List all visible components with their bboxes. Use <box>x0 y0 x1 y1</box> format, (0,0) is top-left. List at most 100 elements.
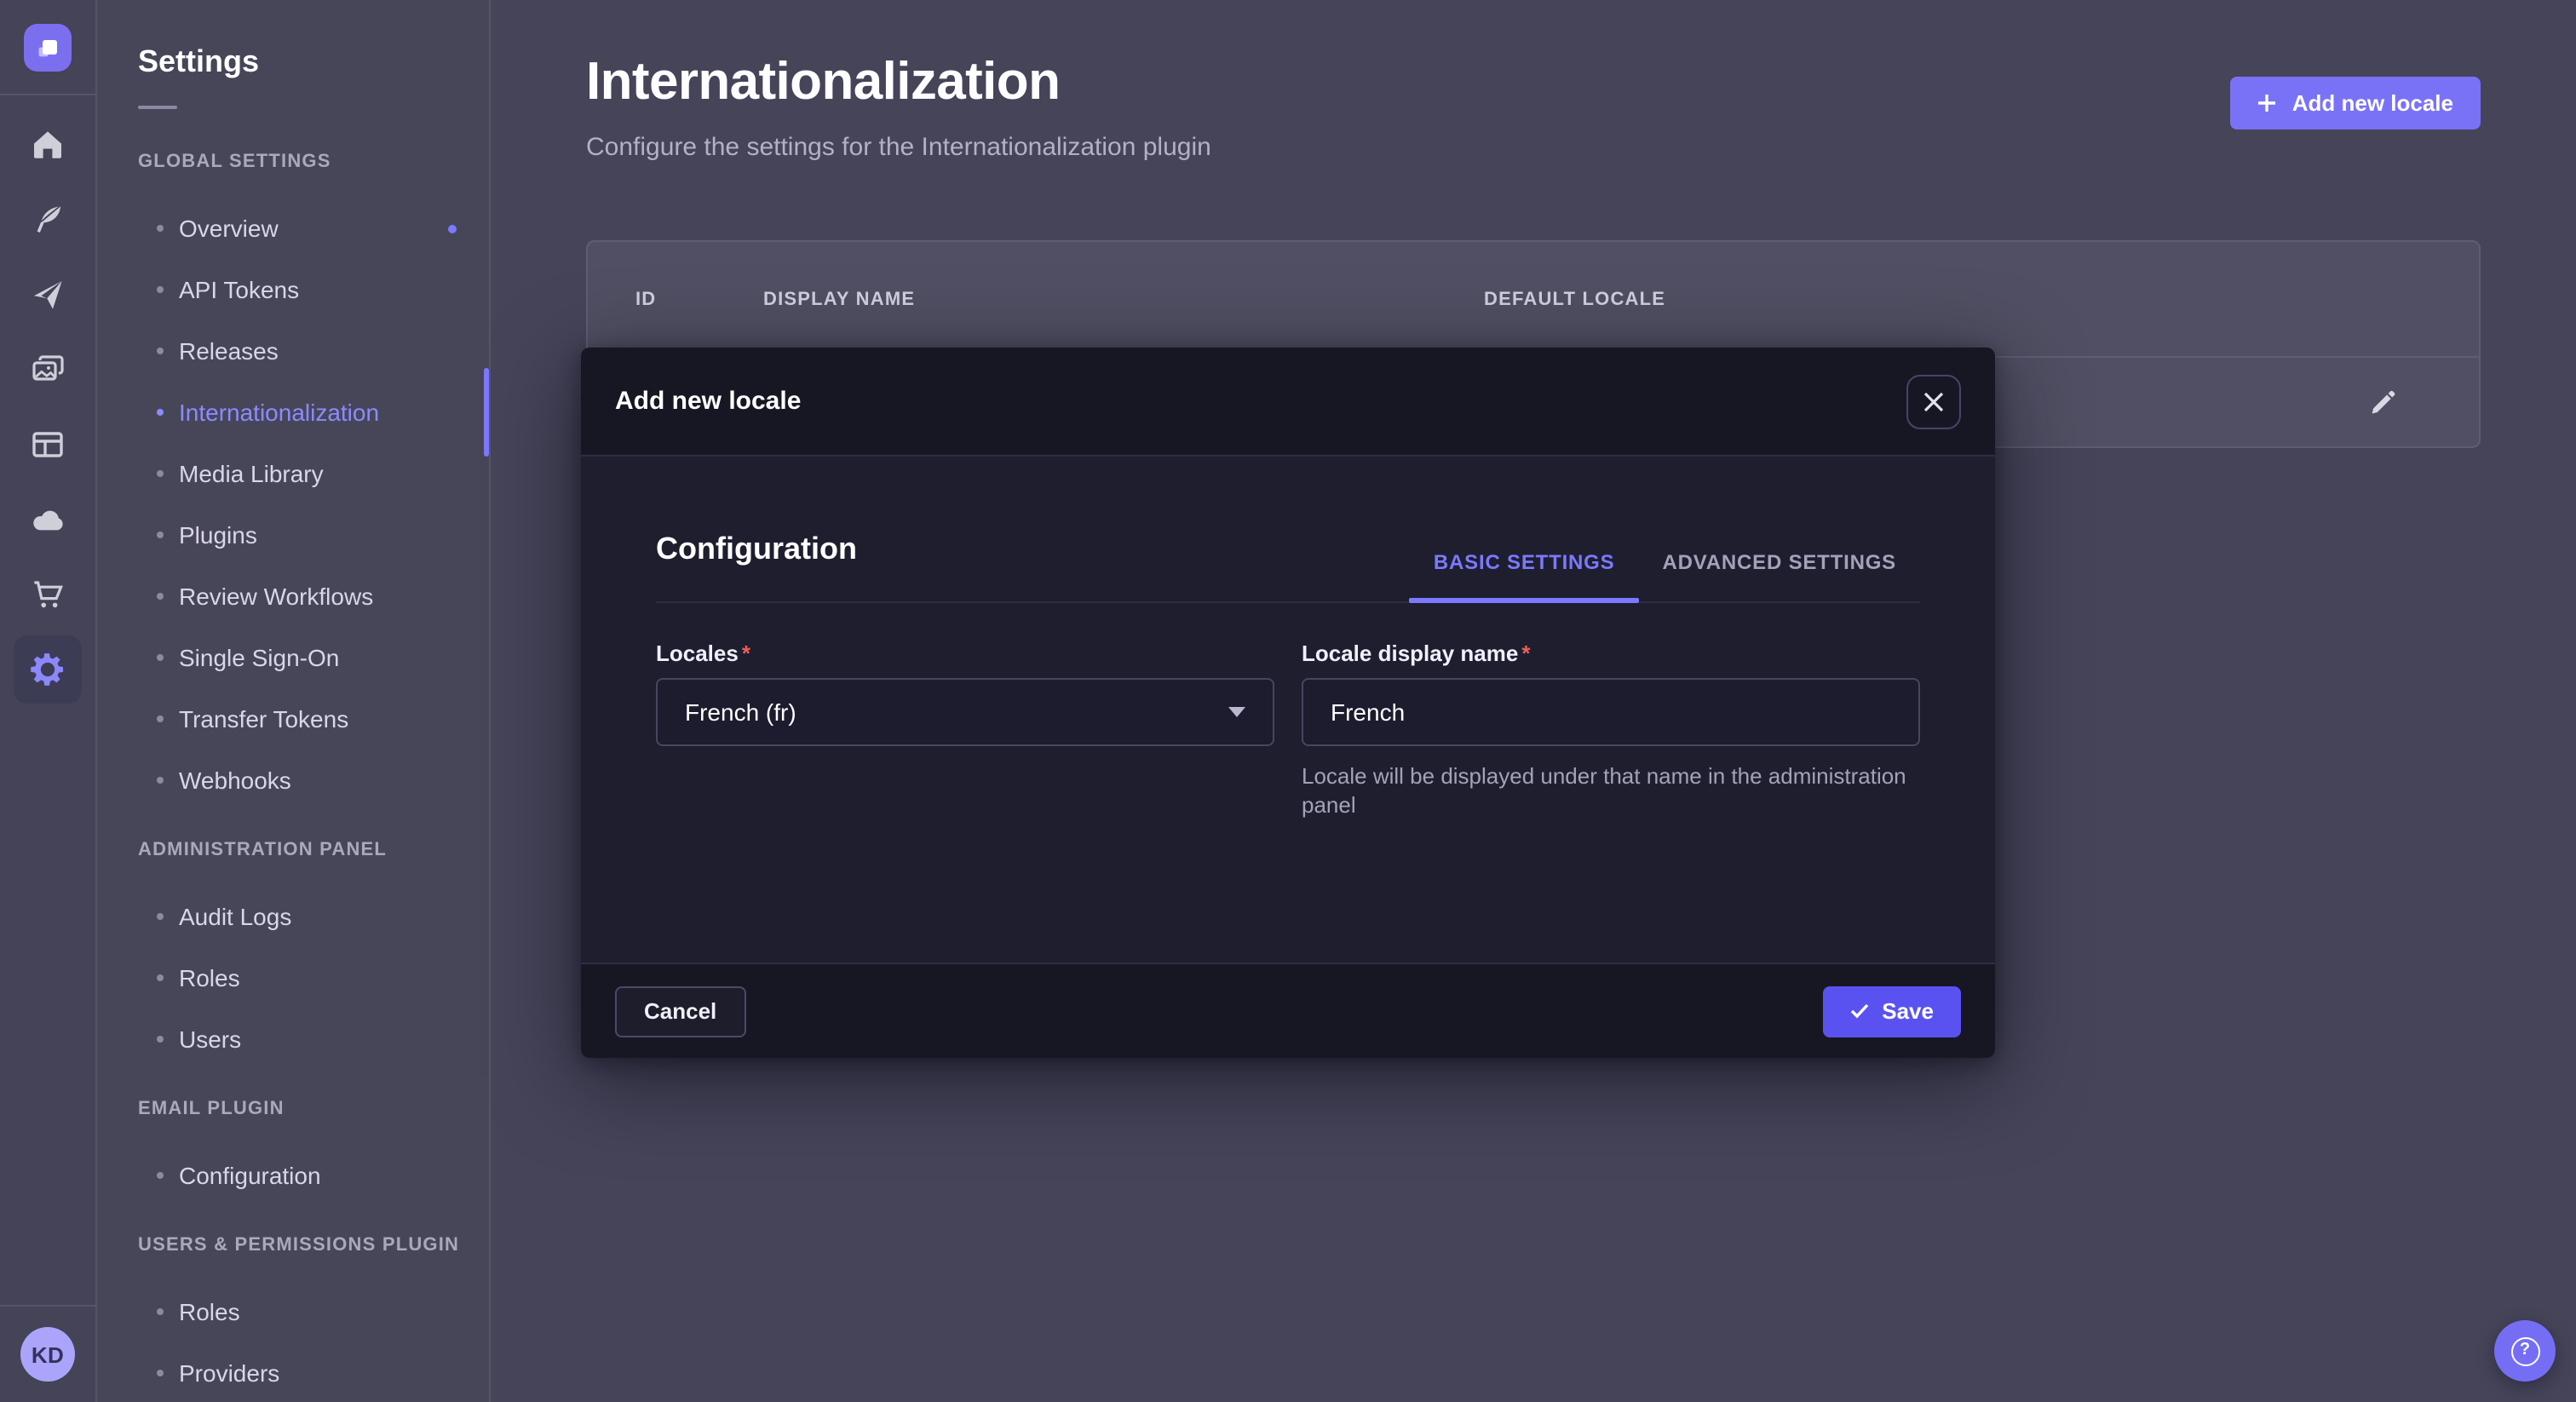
form-fields-row: Locales* French (fr) Locale display name… <box>656 641 1920 842</box>
home-icon[interactable] <box>0 107 96 182</box>
tab-advanced-settings[interactable]: ADVANCED SETTINGS <box>1638 550 1920 601</box>
sidebar-item-label: Review Workflows <box>179 583 373 610</box>
sidebar-item-label: Plugins <box>179 521 257 549</box>
title-underline <box>138 106 177 109</box>
cancel-button[interactable]: Cancel <box>615 985 745 1037</box>
column-header-display-name: DISPLAY NAME <box>763 289 1484 309</box>
pencil-icon <box>2368 388 2397 417</box>
sidebar-item-label: Internationalization <box>179 399 379 426</box>
sidebar-item-releases[interactable]: Releases <box>97 320 489 382</box>
display-name-input[interactable]: French <box>1302 678 1920 746</box>
sidebar-item-api-tokens[interactable]: API Tokens <box>97 259 489 320</box>
configuration-section-head: Configuration BASIC SETTINGS ADVANCED SE… <box>656 457 1920 603</box>
tab-basic-settings[interactable]: BASIC SETTINGS <box>1410 550 1639 601</box>
logo-section <box>0 0 95 95</box>
question-mark-icon: ? <box>2510 1336 2539 1365</box>
bullet-icon <box>157 777 164 784</box>
sidebar-item-up-providers[interactable]: Providers <box>97 1342 489 1402</box>
bullet-icon <box>157 286 164 293</box>
rail-icon-list <box>0 107 96 707</box>
sidebar-item-label: Media Library <box>179 460 324 487</box>
section-header-users-permissions-plugin: USERS & PERMISSIONS PLUGIN <box>138 1237 489 1255</box>
locales-select-value: French (fr) <box>685 698 796 726</box>
bullet-icon <box>157 531 164 538</box>
strapi-logo-icon[interactable] <box>24 23 72 71</box>
close-modal-button[interactable] <box>1906 374 1961 428</box>
cart-icon[interactable] <box>0 557 96 632</box>
users-permissions-list: Roles Providers <box>97 1281 489 1402</box>
bullet-icon <box>157 913 164 920</box>
section-header-global-settings: GLOBAL SETTINGS <box>138 153 489 172</box>
paper-plane-icon[interactable] <box>0 257 96 332</box>
subnav-title: Settings <box>138 44 489 78</box>
table-header-row: ID DISPLAY NAME DEFAULT LOCALE <box>588 242 2479 358</box>
sidebar-item-label: Configuration <box>179 1162 321 1189</box>
bullet-icon <box>157 974 164 981</box>
required-asterisk: * <box>1521 641 1530 666</box>
rail-bottom-section: KD <box>0 1305 95 1402</box>
app-window: KD Settings GLOBAL SETTINGS Overview API… <box>0 0 2576 1402</box>
sidebar-item-label: API Tokens <box>179 276 299 303</box>
column-header-default-locale: DEFAULT LOCALE <box>1484 289 2431 309</box>
save-button[interactable]: Save <box>1822 985 1961 1037</box>
global-settings-list: Overview API Tokens Releases Internation… <box>97 198 489 811</box>
locales-label: Locales* <box>656 641 1274 666</box>
sidebar-item-single-sign-on[interactable]: Single Sign-On <box>97 627 489 688</box>
media-library-icon[interactable] <box>0 332 96 407</box>
configuration-title: Configuration <box>656 531 857 567</box>
check-icon <box>1849 1003 1868 1019</box>
sidebar-item-plugins[interactable]: Plugins <box>97 504 489 566</box>
bullet-icon <box>157 348 164 354</box>
main-nav-rail: KD <box>0 0 97 1402</box>
modal-title: Add new locale <box>615 387 801 416</box>
bullet-icon <box>157 1308 164 1315</box>
bullet-icon <box>157 409 164 416</box>
sidebar-item-label: Overview <box>179 215 279 242</box>
settings-rail-item[interactable] <box>0 632 96 707</box>
sidebar-item-label: Releases <box>179 337 279 365</box>
page-subtitle: Configure the settings for the Internati… <box>586 133 1211 164</box>
sidebar-item-label: Transfer Tokens <box>179 705 348 733</box>
sidebar-item-admin-roles[interactable]: Roles <box>97 947 489 1008</box>
column-header-id: ID <box>635 289 763 309</box>
sidebar-item-label: Roles <box>179 1298 240 1325</box>
sidebar-item-internationalization[interactable]: Internationalization <box>97 382 489 443</box>
sidebar-item-transfer-tokens[interactable]: Transfer Tokens <box>97 688 489 750</box>
page-heading-block: Internationalization Configure the setti… <box>586 51 1211 164</box>
display-name-hint: Locale will be displayed under that name… <box>1302 761 1920 819</box>
feather-icon[interactable] <box>0 182 96 257</box>
settings-tabs: BASIC SETTINGS ADVANCED SETTINGS <box>1410 550 1920 601</box>
administration-panel-list: Audit Logs Roles Users <box>97 886 489 1070</box>
modal-header: Add new locale <box>581 348 1995 457</box>
sidebar-item-email-configuration[interactable]: Configuration <box>97 1145 489 1206</box>
sidebar-item-webhooks[interactable]: Webhooks <box>97 750 489 811</box>
bullet-icon <box>157 470 164 477</box>
locales-field: Locales* French (fr) <box>656 641 1274 842</box>
sidebar-item-admin-users[interactable]: Users <box>97 1008 489 1070</box>
layout-icon[interactable] <box>0 407 96 482</box>
bullet-icon <box>157 1036 164 1043</box>
display-name-value: French <box>1331 698 1405 726</box>
sidebar-item-up-roles[interactable]: Roles <box>97 1281 489 1342</box>
edit-locale-button[interactable] <box>2361 381 2404 423</box>
sidebar-item-overview[interactable]: Overview <box>97 198 489 259</box>
add-button-label: Add new locale <box>2292 90 2453 116</box>
sidebar-item-label: Webhooks <box>179 767 291 794</box>
user-avatar[interactable]: KD <box>20 1327 75 1382</box>
locales-select[interactable]: French (fr) <box>656 678 1274 746</box>
sidebar-item-review-workflows[interactable]: Review Workflows <box>97 566 489 627</box>
plus-icon <box>2258 94 2277 112</box>
modal-footer: Cancel Save <box>581 962 1995 1058</box>
bullet-icon <box>157 715 164 722</box>
sidebar-item-label: Single Sign-On <box>179 644 339 671</box>
settings-subnav: Settings GLOBAL SETTINGS Overview API To… <box>97 0 491 1402</box>
page-header: Internationalization Configure the setti… <box>492 0 2576 164</box>
page-title: Internationalization <box>586 51 1211 112</box>
modal-body: Configuration BASIC SETTINGS ADVANCED SE… <box>581 457 1995 962</box>
sidebar-item-media-library[interactable]: Media Library <box>97 443 489 504</box>
add-new-locale-button[interactable]: Add new locale <box>2231 77 2481 129</box>
cloud-icon[interactable] <box>0 482 96 557</box>
sidebar-item-audit-logs[interactable]: Audit Logs <box>97 886 489 947</box>
display-name-field: Locale display name* French Locale will … <box>1302 641 1920 842</box>
help-button[interactable]: ? <box>2494 1320 2556 1382</box>
